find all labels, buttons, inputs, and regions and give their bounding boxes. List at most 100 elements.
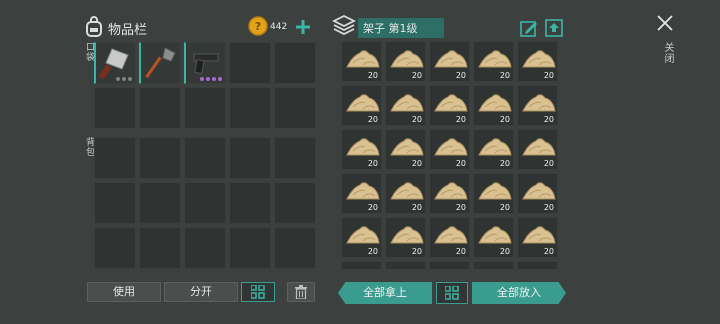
backpack-slot[interactable] — [139, 227, 181, 269]
item-count: 20 — [543, 115, 554, 124]
shovel-icon — [145, 47, 176, 78]
item-count: 20 — [411, 247, 422, 256]
storage-slot[interactable]: 20 — [385, 217, 426, 258]
backpack-slot[interactable] — [229, 227, 271, 269]
storage-slot[interactable]: 20 — [429, 41, 470, 82]
storage-slot[interactable]: 20 — [473, 217, 514, 258]
storage-slot[interactable]: 20 — [517, 217, 558, 258]
backpack-slot[interactable] — [94, 137, 136, 179]
storage-slot[interactable]: 20 — [341, 129, 382, 170]
storage-slot[interactable]: 20 — [429, 129, 470, 170]
backpack-slot[interactable] — [94, 227, 136, 269]
storage-slot[interactable]: 20 — [473, 41, 514, 82]
backpack-slot[interactable] — [139, 137, 181, 179]
storage-title-bar: 架子 第1级 — [358, 18, 444, 38]
item-count: 20 — [543, 159, 554, 168]
item-count: 20 — [455, 115, 466, 124]
storage-slot[interactable]: 20 — [385, 129, 426, 170]
close-icon[interactable] — [657, 15, 673, 35]
item-count: 20 — [543, 247, 554, 256]
quickbar-slot-4[interactable] — [229, 42, 271, 84]
rarity-dots — [200, 77, 222, 81]
inventory-title: 物品栏 — [108, 23, 148, 38]
item-count: 20 — [455, 203, 466, 212]
storage-title: 架子 第1级 — [363, 22, 418, 35]
backpack-slot[interactable] — [94, 182, 136, 224]
quickbar-slot-1[interactable] — [94, 42, 136, 84]
backpack-slot[interactable] — [184, 137, 226, 179]
item-count: 20 — [455, 247, 466, 256]
storage-slot[interactable]: 20 — [385, 85, 426, 126]
storage-slot[interactable]: 20 — [473, 173, 514, 214]
quickbar-slot-5[interactable] — [274, 42, 316, 84]
quickbar-slot-8[interactable] — [184, 87, 226, 129]
storage-slot[interactable]: 20 — [429, 85, 470, 126]
quickbar-slot-9[interactable] — [229, 87, 271, 129]
item-count: 20 — [499, 115, 510, 124]
storage-slot[interactable]: 20 — [517, 173, 558, 214]
storage-slot[interactable]: 20 — [473, 261, 514, 269]
svg-text:?: ? — [255, 20, 261, 33]
quickbar-slot-7[interactable] — [139, 87, 181, 129]
storage-slot[interactable]: 20 — [517, 129, 558, 170]
backpack-slot[interactable] — [274, 182, 316, 224]
item-count: 20 — [367, 159, 378, 168]
item-count: 20 — [543, 71, 554, 80]
take-all-label: 全部拿上 — [363, 286, 407, 299]
storage-slot[interactable]: 20 — [429, 217, 470, 258]
quickbar-slot-3[interactable] — [184, 42, 226, 84]
quickbar-slot-2[interactable] — [139, 42, 181, 84]
item-count: 20 — [411, 115, 422, 124]
item-count: 20 — [367, 71, 378, 80]
backpack-slot[interactable] — [274, 137, 316, 179]
item-count: 20 — [499, 203, 510, 212]
quickbar-slot-6[interactable] — [94, 87, 136, 129]
split-button[interactable]: 分开 — [164, 282, 238, 302]
coin-icon: ? — [248, 16, 268, 40]
item-count: 20 — [367, 247, 378, 256]
storage-slot[interactable]: 20 — [517, 85, 558, 126]
trash-icon — [295, 285, 307, 299]
trash-button[interactable] — [287, 282, 315, 302]
storage-slot[interactable]: 20 — [429, 173, 470, 214]
backpack-slot[interactable] — [229, 182, 271, 224]
backpack-slot[interactable] — [184, 227, 226, 269]
item-count: 20 — [499, 247, 510, 256]
use-button[interactable]: 使用 — [87, 282, 161, 302]
storage-slot[interactable]: 20 — [341, 85, 382, 126]
close-label[interactable]: 关闭 — [660, 42, 675, 64]
storage-slot[interactable]: 20 — [429, 261, 470, 269]
edit-icon[interactable] — [520, 19, 538, 41]
storage-slot[interactable]: 20 — [341, 261, 382, 269]
storage-slot[interactable]: 20 — [517, 261, 558, 269]
storage-slot[interactable]: 20 — [385, 41, 426, 82]
item-count: 20 — [367, 115, 378, 124]
sort-grid-button[interactable] — [241, 282, 275, 302]
plus-icon[interactable] — [296, 19, 310, 38]
storage-slot[interactable]: 20 — [473, 85, 514, 126]
pistol-icon — [193, 53, 219, 75]
storage-slot[interactable]: 20 — [473, 129, 514, 170]
rarity-dots — [116, 77, 132, 81]
put-all-button[interactable]: 全部放入 — [472, 282, 566, 304]
backpack-slot[interactable] — [139, 182, 181, 224]
backpack-slot[interactable] — [184, 182, 226, 224]
backpack-slot[interactable] — [229, 137, 271, 179]
item-count: 20 — [499, 71, 510, 80]
storage-slot[interactable]: 20 — [517, 41, 558, 82]
item-count: 20 — [543, 203, 554, 212]
storage-slot[interactable]: 20 — [385, 173, 426, 214]
quickbar-slot-10[interactable] — [274, 87, 316, 129]
storage-slot[interactable]: 20 — [341, 217, 382, 258]
item-count: 20 — [455, 71, 466, 80]
storage-slot[interactable]: 20 — [341, 41, 382, 82]
take-all-button[interactable]: 全部拿上 — [338, 282, 432, 304]
upload-icon[interactable] — [545, 19, 563, 41]
storage-sort-button[interactable] — [436, 282, 468, 304]
storage-grid: 20 20 20 20 20 20 20 20 20 20 20 20 20 20 20 20 20 20 20 20… — [341, 41, 563, 269]
item-count: 20 — [411, 203, 422, 212]
storage-slot[interactable]: 20 — [385, 261, 426, 269]
backpack-slot[interactable] — [274, 227, 316, 269]
item-count: 20 — [455, 159, 466, 168]
storage-slot[interactable]: 20 — [341, 173, 382, 214]
